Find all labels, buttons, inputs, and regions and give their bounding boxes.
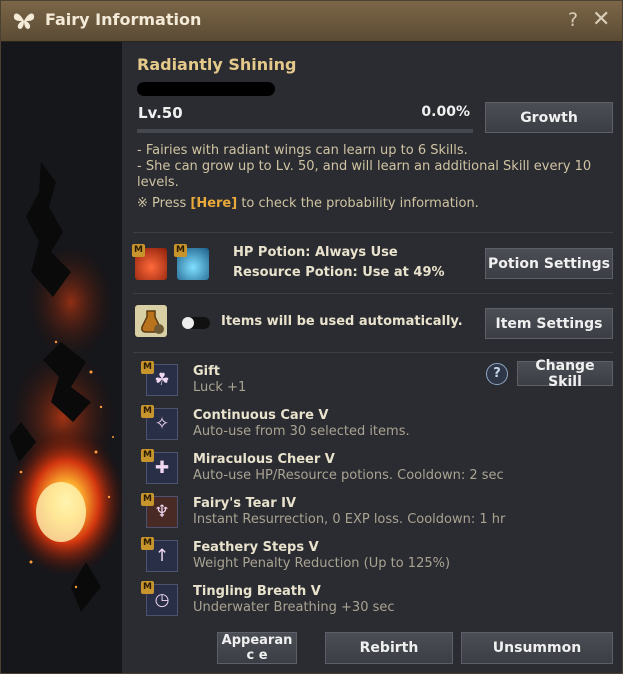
auto-use-toggle[interactable] [182,317,210,329]
toggle-knob [182,317,194,329]
potion-badge: M [174,244,187,257]
title-bar[interactable]: Fairy Information ? ✕ [1,1,622,42]
experience-bar [137,129,473,133]
description-line-2: - She can grow up to Lv. 50, and will le… [137,159,592,190]
skill-grade-badge: M [141,405,154,418]
skill-grade-badge: M [141,581,154,594]
note-suffix: to check the probability information. [237,196,479,211]
skill-help-icon[interactable]: ? [486,363,508,385]
skill-description: Weight Penalty Reduction (Up to 125%) [193,556,451,571]
change-skill-button[interactable]: Change Skill [517,358,613,390]
help-button[interactable]: ? [568,9,578,31]
skill-name: Fairy's Tear IV [193,496,297,511]
skill-grade-badge: M [141,449,154,462]
resource-potion-slot[interactable]: M [174,244,209,280]
redacted-owner-name [137,82,275,96]
appearance-button[interactable]: Appearanc e [217,632,297,664]
window-title: Fairy Information [45,10,202,29]
experience-percent: 0.00% [421,104,470,120]
skill-description: Auto-use HP/Resource potions. Cooldown: … [193,468,504,483]
auto-items-icon [135,305,167,337]
skill-name: Miraculous Cheer V [193,452,335,467]
skill-description: Instant Resurrection, 0 EXP loss. Cooldo… [193,512,506,527]
butterfly-icon [13,11,35,35]
skill-name: Gift [193,364,220,379]
divider [133,232,613,233]
skill-name: Continuous Care V [193,408,329,423]
description-line-1: - Fairies with radiant wings can learn u… [137,143,468,158]
skill-description: Underwater Breathing +30 sec [193,600,395,615]
resource-potion-setting: Resource Potion: Use at 49% [233,265,445,280]
fairy-portrait-panel [1,42,122,673]
probability-here-link[interactable]: [Here] [190,196,237,211]
unsummon-button[interactable]: Unsummon [461,632,613,664]
fairy-fire-image [6,162,122,612]
fairy-level: Lv.50 [138,104,183,122]
skill-grade-badge: M [141,361,154,374]
fairy-name: Radiantly Shining [137,55,297,74]
growth-button[interactable]: Growth [485,102,613,133]
hp-potion-slot[interactable]: M [132,244,167,280]
hp-potion-setting: HP Potion: Always Use [233,245,398,260]
divider [133,352,613,353]
skill-name: Feathery Steps V [193,540,319,555]
skill-description: Luck +1 [193,380,247,395]
skill-grade-badge: M [141,493,154,506]
rebirth-button[interactable]: Rebirth [325,632,453,664]
skill-name: Tingling Breath V [193,584,321,599]
skill-description: Auto-use from 30 selected items. [193,424,410,439]
close-button[interactable]: ✕ [592,7,610,32]
potion-badge: M [132,244,145,257]
skill-grade-badge: M [141,537,154,550]
note-prefix: ※ Press [137,196,191,211]
divider [133,293,613,294]
item-settings-button[interactable]: Item Settings [485,308,613,339]
potion-settings-button[interactable]: Potion Settings [485,248,613,279]
probability-note: ※ Press [Here] to check the probability … [137,196,617,212]
auto-use-label: Items will be used automatically. [221,314,463,329]
